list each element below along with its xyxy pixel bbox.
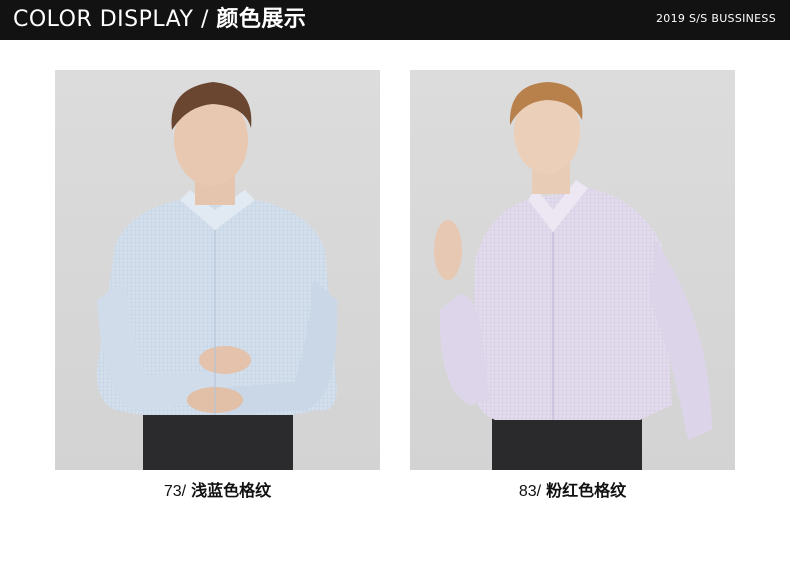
header-bar: COLOR DISPLAY / 颜色展示 2019 S/S BUSSINESS — [0, 0, 790, 40]
season-label: 2019 S/S BUSSINESS — [655, 12, 776, 25]
product-name: 粉红色格纹 — [546, 481, 627, 500]
model-illustration-light-blue — [96, 82, 338, 470]
product-caption-pink: 83/ 粉红色格纹 — [410, 477, 735, 501]
product-photo-pink[interactable] — [410, 70, 735, 470]
page-title-en: COLOR DISPLAY / — [13, 7, 209, 32]
page-title: COLOR DISPLAY / 颜色展示 — [13, 2, 306, 38]
product-code: 83/ — [518, 483, 542, 500]
product-name: 浅蓝色格纹 — [191, 481, 272, 500]
product-code: 73/ — [163, 483, 187, 500]
page-title-cn: 颜色展示 — [216, 7, 307, 32]
product-caption-light-blue: 73/ 浅蓝色格纹 — [55, 477, 380, 501]
product-photo-light-blue[interactable] — [55, 70, 380, 470]
model-illustration-pink — [434, 82, 712, 470]
